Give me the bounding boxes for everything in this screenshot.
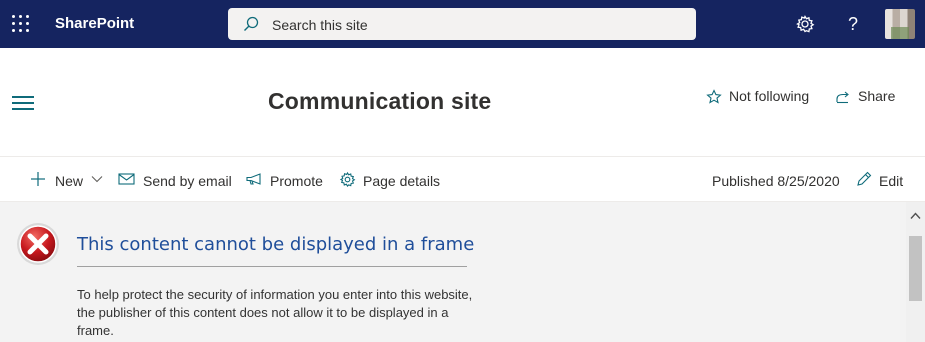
suite-bar: SharePoint Search this site ? xyxy=(0,0,925,48)
published-status: Published 8/25/2020 xyxy=(712,173,840,189)
help-label: ? xyxy=(847,14,858,34)
embedded-frame: This content cannot be displayed in a fr… xyxy=(0,202,925,342)
error-title: This content cannot be displayed in a fr… xyxy=(77,234,475,255)
site-title[interactable]: Communication site xyxy=(268,88,491,115)
mail-icon xyxy=(118,173,135,185)
promote-label: Promote xyxy=(270,173,323,189)
search-box[interactable]: Search this site xyxy=(228,8,696,40)
gear-icon xyxy=(339,171,356,187)
page-details-button[interactable]: Page details xyxy=(339,171,441,191)
new-button[interactable]: New xyxy=(30,171,106,191)
follow-button[interactable]: Not following xyxy=(706,88,816,108)
site-header: Communication site Not following Share xyxy=(0,48,925,156)
share-icon xyxy=(836,91,849,104)
pencil-icon xyxy=(857,171,872,186)
waffle-icon[interactable] xyxy=(12,15,30,33)
app-name[interactable]: SharePoint xyxy=(55,15,134,32)
avatar[interactable] xyxy=(885,9,915,39)
hamburger-icon[interactable] xyxy=(12,96,34,110)
new-label: New xyxy=(55,173,84,189)
edit-button[interactable]: Edit xyxy=(856,171,906,191)
scrollbar-thumb[interactable] xyxy=(909,236,922,301)
plus-icon xyxy=(31,172,45,186)
error-message: To help protect the security of informat… xyxy=(77,287,473,338)
vertical-scrollbar[interactable] xyxy=(906,202,925,342)
error-divider xyxy=(77,266,467,267)
promote-button[interactable]: Promote xyxy=(245,171,327,191)
search-placeholder: Search this site xyxy=(272,17,368,33)
help-icon[interactable]: ? xyxy=(842,13,864,35)
scroll-up-icon[interactable] xyxy=(910,212,921,220)
megaphone-icon xyxy=(246,173,261,185)
search-icon xyxy=(243,16,259,37)
command-bar: New Send by email Promote Page details P… xyxy=(0,157,925,201)
page-details-label: Page details xyxy=(363,173,441,189)
send-by-email-label: Send by email xyxy=(143,173,232,189)
edit-label: Edit xyxy=(879,173,904,189)
star-icon xyxy=(706,89,722,104)
send-by-email-button[interactable]: Send by email xyxy=(118,171,234,191)
share-label: Share xyxy=(858,88,896,104)
error-x-icon xyxy=(17,223,59,265)
follow-label: Not following xyxy=(729,88,810,104)
gear-icon[interactable] xyxy=(794,13,816,35)
share-button[interactable]: Share xyxy=(835,88,895,108)
chevron-down-icon xyxy=(91,176,103,183)
